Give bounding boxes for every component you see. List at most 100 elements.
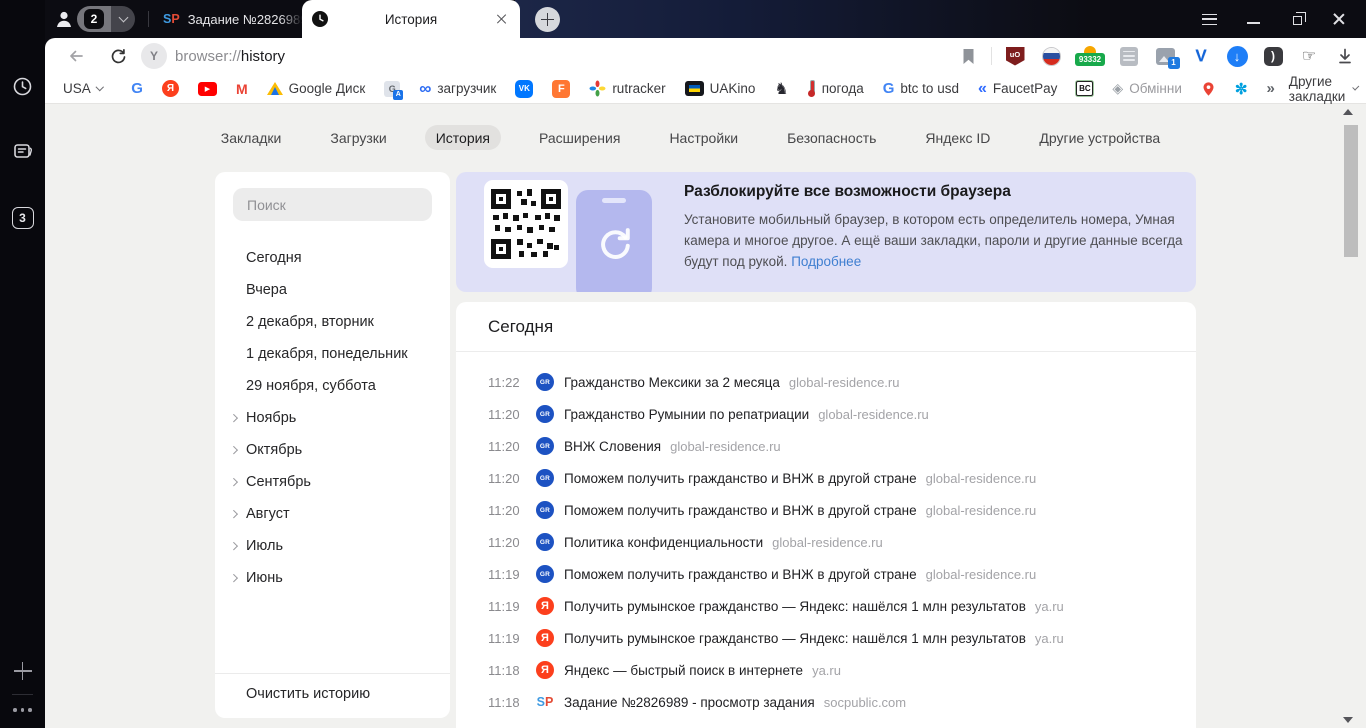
bookmark-this-icon[interactable]	[955, 42, 981, 70]
image-downloader-extension-icon[interactable]: 1	[1152, 42, 1180, 70]
sidebar-item-month[interactable]: Сентябрь	[215, 466, 450, 498]
tab-inactive[interactable]: SP Задание №2826989 - прос	[157, 0, 303, 38]
reload-button[interactable]	[101, 41, 135, 71]
tab-other-devices[interactable]: Другие устройства	[1028, 125, 1171, 150]
history-entry[interactable]: 11:20 GR Поможем получить гражданство и …	[456, 494, 1196, 526]
pointer-extension-icon[interactable]: ☞	[1296, 42, 1322, 70]
site-icon[interactable]: Y	[141, 43, 167, 69]
mobile-browser-promo-banner: Разблокируйте все возможности браузера У…	[456, 172, 1196, 292]
url-text[interactable]: browser://history	[175, 48, 285, 65]
close-button[interactable]	[1323, 0, 1355, 38]
history-entry[interactable]: 11:19 Я Получить румынское гражданство —…	[456, 590, 1196, 622]
sidebar-item-month[interactable]: Ноябрь	[215, 402, 450, 434]
sidebar-item-yesterday[interactable]: Вчера	[215, 274, 450, 306]
history-entry[interactable]: 11:20 GR Поможем получить гражданство и …	[456, 462, 1196, 494]
history-entry[interactable]: 11:18 SP Задание №2826989 - просмотр зад…	[456, 686, 1196, 718]
dark-extension-icon[interactable]: )	[1260, 42, 1286, 70]
bookmark-obmin[interactable]: ◈ Обмінни	[1112, 80, 1181, 97]
bookmark-vk[interactable]: VK	[515, 79, 534, 98]
ublock-extension-icon[interactable]: uO	[1002, 42, 1028, 70]
tab-security[interactable]: Безопасность	[776, 125, 887, 150]
bookmark-google-maps[interactable]	[1201, 80, 1216, 98]
youtube-icon: ▶	[197, 81, 217, 96]
history-rail-icon[interactable]	[0, 76, 45, 96]
bookmark-gmail[interactable]: M	[236, 81, 248, 97]
chevron-right-icon	[229, 574, 238, 582]
history-entry[interactable]: 11:18 Я Яндекс — быстрый поиск в интерне…	[456, 654, 1196, 686]
bookmark-funpay[interactable]: F	[552, 79, 571, 98]
rail-add-icon[interactable]	[0, 662, 45, 680]
scrollbar-up-icon[interactable]	[1343, 109, 1353, 115]
vpn-flag-extension-icon[interactable]	[1038, 42, 1064, 70]
sidebar-item-month[interactable]: Июнь	[215, 562, 450, 594]
history-list: 11:22 GR Гражданство Мексики за 2 месяца…	[456, 352, 1196, 718]
bookmark-weather[interactable]: погода	[808, 80, 864, 97]
profile-avatar-icon[interactable]	[54, 9, 74, 29]
scrollbar-thumb[interactable]	[1344, 125, 1358, 257]
tab-group-chevron-icon[interactable]	[111, 6, 135, 32]
history-entry[interactable]: 11:22 GR Гражданство Мексики за 2 месяца…	[456, 366, 1196, 398]
bookmark-chess[interactable]: ♞	[774, 79, 788, 99]
bookmark-loader[interactable]: ∞ загрузчик	[419, 79, 496, 99]
browser-menu-button[interactable]	[1193, 0, 1225, 38]
tab-close-icon[interactable]	[494, 11, 510, 27]
bookmark-folder-usa[interactable]: USA	[63, 81, 104, 96]
bookmark-youtube[interactable]: ▶	[197, 81, 217, 96]
sidebar-item-month[interactable]: Октябрь	[215, 434, 450, 466]
savefrom-extension-icon[interactable]: ↓	[1224, 42, 1250, 70]
tab-count-rail-icon[interactable]: 3	[0, 207, 45, 229]
bookmark-rutracker[interactable]: rutracker	[589, 80, 666, 97]
bookmark-faucetpay[interactable]: «FaucetPay	[978, 80, 1057, 97]
tab-downloads[interactable]: Загрузки	[319, 125, 397, 150]
phone-illustration	[576, 190, 652, 292]
history-entry[interactable]: 11:20 GR Гражданство Румынии по репатриа…	[456, 398, 1196, 430]
tab-group-count: 2	[84, 9, 104, 29]
back-button[interactable]	[59, 41, 93, 71]
sidebar-item-month[interactable]: Август	[215, 498, 450, 530]
clear-history-button[interactable]: Очистить историю	[246, 686, 370, 702]
history-entry[interactable]: 11:19 Я Получить румынское гражданство —…	[456, 622, 1196, 654]
bookmark-bestchange[interactable]: BC	[1076, 81, 1094, 96]
bookmark-translate[interactable]: GA	[384, 80, 404, 100]
sidebar-item-date[interactable]: 1 декабря, понедельник	[215, 338, 450, 370]
section-title: Сегодня	[456, 302, 1196, 352]
bookmark-btc-usd[interactable]: Gbtc to usd	[883, 80, 959, 97]
translate-icon: GA	[384, 80, 404, 100]
tab-extensions[interactable]: Расширения	[528, 125, 631, 150]
bookmark-uakino[interactable]: UAKino	[684, 81, 755, 96]
bookmark-kyivstar[interactable]: ✼	[1235, 80, 1248, 98]
bookmarks-overflow-icon[interactable]: »	[1266, 80, 1274, 97]
tab-bookmarks[interactable]: Закладки	[210, 125, 293, 150]
minimize-button[interactable]	[1237, 0, 1269, 38]
history-entry[interactable]: 11:20 GR Политика конфиденциальности glo…	[456, 526, 1196, 558]
chevron-right-icon	[229, 446, 238, 454]
bookmark-google[interactable]: G	[131, 80, 143, 97]
restore-button[interactable]	[1281, 0, 1313, 38]
downloads-button[interactable]	[1332, 42, 1358, 70]
date-list: Сегодня Вчера 2 декабря, вторник 1 декаб…	[215, 242, 450, 594]
sidebar-item-date[interactable]: 2 декабря, вторник	[215, 306, 450, 338]
other-bookmarks-button[interactable]: Другие закладки	[1289, 74, 1360, 104]
bookmark-google-drive[interactable]: Google Диск	[266, 81, 365, 96]
counter-extension-icon[interactable]: 93332	[1074, 42, 1106, 70]
sidebar-item-month[interactable]: Июль	[215, 530, 450, 562]
tab-group-selector[interactable]: 2	[77, 6, 135, 32]
new-tab-button[interactable]	[535, 7, 560, 32]
promo-more-link[interactable]: Подробнее	[791, 254, 861, 269]
scrollbar-down-icon[interactable]	[1343, 717, 1353, 723]
panels-rail-icon[interactable]	[0, 141, 45, 163]
rail-more-icon[interactable]	[0, 704, 45, 716]
sidebar-item-today[interactable]: Сегодня	[215, 242, 450, 274]
tab-yandex-id[interactable]: Яндекс ID	[914, 125, 1001, 150]
history-entry[interactable]: 11:19 GR Поможем получить гражданство и …	[456, 558, 1196, 590]
clipboard-extension-icon[interactable]	[1116, 42, 1142, 70]
tab-active[interactable]: История	[302, 0, 520, 38]
search-input[interactable]	[233, 188, 432, 221]
tab-settings[interactable]: Настройки	[658, 125, 749, 150]
bookmark-yandex[interactable]: Я	[161, 80, 179, 97]
chevron-down-icon	[1352, 83, 1360, 91]
history-entry[interactable]: 11:20 GR ВНЖ Словения global-residence.r…	[456, 430, 1196, 462]
tab-history[interactable]: История	[424, 125, 502, 150]
funnel-extension-icon[interactable]: V	[1188, 42, 1214, 70]
sidebar-item-date[interactable]: 29 ноября, суббота	[215, 370, 450, 402]
